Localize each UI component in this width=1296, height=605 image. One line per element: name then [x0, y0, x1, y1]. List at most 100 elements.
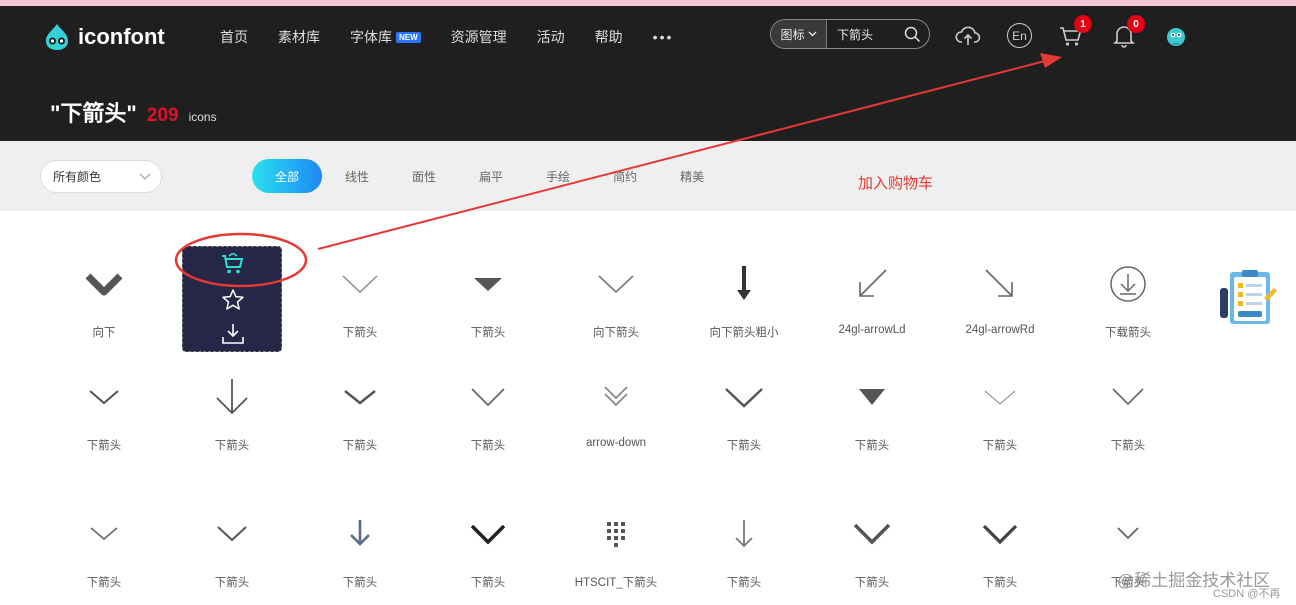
arrow-down-right-icon: [985, 269, 1013, 297]
tab-hand-drawn[interactable]: 手绘: [546, 159, 570, 193]
hovered-icon-card[interactable]: [182, 246, 282, 352]
arrow-down-left-icon: [859, 269, 887, 297]
cart-icon: [222, 253, 244, 274]
icon-name: arrow-down: [585, 437, 647, 449]
icon-card[interactable]: 下箭头: [40, 504, 168, 605]
icon-card[interactable]: 下箭头: [680, 367, 808, 487]
tab-simple[interactable]: 简约: [613, 159, 637, 193]
icon-card[interactable]: HTSCIT_下箭头: [552, 504, 680, 605]
icon-card[interactable]: 向下箭头: [552, 230, 680, 350]
nav-resource-management[interactable]: 资源管理: [451, 27, 507, 47]
user-avatar-icon[interactable]: [1163, 23, 1189, 49]
icon-name: 向下: [92, 327, 116, 339]
chevron-down-bold-icon: [982, 524, 1018, 545]
icon-card[interactable]: 向下: [40, 230, 168, 350]
icon-card[interactable]: 下箭头: [40, 367, 168, 487]
nav-help[interactable]: 帮助: [595, 27, 623, 47]
icon-name: 下箭头: [1110, 440, 1146, 452]
chevron-down-icon: [1112, 388, 1144, 406]
tab-all[interactable]: 全部: [252, 159, 322, 193]
chevron-down-bold-icon: [85, 273, 123, 296]
csdn-watermark: CSDN @不再: [1213, 588, 1281, 600]
arrow-down-icon: [350, 520, 370, 546]
icon-card[interactable]: 下箭头: [1064, 367, 1192, 487]
chevron-down-thin-icon: [342, 275, 378, 293]
icon-card[interactable]: 下箭头: [424, 367, 552, 487]
tab-fine[interactable]: 精美: [680, 159, 704, 193]
result-count: 209: [146, 105, 179, 126]
icon-card[interactable]: 下载箭头: [1064, 230, 1192, 350]
icon-card[interactable]: 下箭头: [936, 504, 1064, 605]
icon-card[interactable]: 下箭头: [808, 367, 936, 487]
download-icon: [222, 324, 244, 344]
download-circle-icon: [1110, 266, 1146, 302]
iconfont-search-page: iconfont 首页 素材库 字体库 NEW 资源管理 活动 帮助 ••• 图…: [0, 0, 1296, 605]
cart-button[interactable]: 1: [1058, 15, 1092, 49]
chevron-down-thin-icon: [598, 275, 634, 294]
arrow-down-thin-icon: [735, 520, 753, 548]
tab-flat[interactable]: 扁平: [479, 159, 503, 193]
download-button[interactable]: [183, 319, 283, 349]
tab-linear[interactable]: 线性: [345, 159, 369, 193]
icon-name: 下箭头: [342, 440, 378, 452]
chevron-down-icon: [139, 173, 151, 180]
chevron-down-thin-icon: [984, 390, 1016, 405]
nav-activities[interactable]: 活动: [537, 27, 565, 47]
icon-card[interactable]: 下箭头: [168, 367, 296, 487]
icon-card[interactable]: 下箭头: [424, 230, 552, 350]
logo-icon: [46, 24, 68, 50]
search-icon[interactable]: [904, 26, 921, 43]
icon-name: 下箭头: [470, 577, 506, 589]
chevron-down-icon: [808, 31, 816, 37]
language-label: En: [1012, 28, 1027, 43]
icon-name: 下箭头: [214, 440, 250, 452]
icon-name: 向下箭头: [593, 327, 639, 339]
more-menu-button[interactable]: •••: [653, 29, 674, 45]
nav-font-library-label: 字体库: [350, 29, 392, 45]
chevron-down-icon: [90, 527, 118, 541]
icon-card[interactable]: 下箭头: [296, 504, 424, 605]
filter-bar: 所有颜色 全部 线性 面性 扁平 手绘 简约 精美: [0, 141, 1296, 211]
favorite-button[interactable]: [183, 285, 283, 315]
icon-card[interactable]: 下箭头: [680, 504, 808, 605]
chevron-down-bold-icon: [853, 523, 891, 545]
icon-name: 下箭头: [982, 577, 1018, 589]
logo[interactable]: iconfont: [42, 22, 165, 52]
nav-material-library[interactable]: 素材库: [278, 27, 320, 47]
icon-name: HTSCIT_下箭头: [574, 577, 658, 589]
icon-card[interactable]: 向下箭头粗小: [680, 230, 808, 350]
nav-font-library[interactable]: 字体库 NEW: [350, 27, 421, 47]
icon-card[interactable]: 下箭头: [168, 504, 296, 605]
language-switch-button[interactable]: En: [1007, 23, 1032, 48]
add-to-cart-button[interactable]: [183, 249, 283, 279]
icon-card[interactable]: 下箭头: [424, 504, 552, 605]
icon-card[interactable]: 24gl-arrowLd: [808, 230, 936, 350]
icon-name: 下箭头: [342, 327, 378, 339]
tab-filled[interactable]: 面性: [412, 159, 436, 193]
color-filter-select[interactable]: 所有颜色: [40, 160, 162, 193]
icon-card[interactable]: 24gl-arrowRd: [936, 230, 1064, 350]
icon-card[interactable]: 下箭头: [296, 367, 424, 487]
icon-card[interactable]: arrow-down: [552, 367, 680, 487]
icon-card[interactable]: 下箭头: [936, 367, 1064, 487]
search-type-label: 图标: [780, 27, 805, 42]
double-chevron-down-icon: [604, 386, 628, 407]
new-badge: NEW: [396, 31, 421, 43]
search-type-select[interactable]: 图标: [771, 20, 827, 48]
chevron-down-icon: [344, 390, 376, 405]
feedback-promo-image[interactable]: [1218, 268, 1280, 330]
logo-text: iconfont: [78, 24, 165, 49]
cart-count-badge: 1: [1074, 15, 1092, 33]
icon-name: 下载箭头: [1105, 327, 1151, 339]
upload-cloud-icon[interactable]: [955, 23, 981, 49]
icon-card[interactable]: 下箭头: [808, 504, 936, 605]
star-icon: [222, 289, 244, 310]
search-input[interactable]: [827, 27, 897, 41]
triangle-down-icon: [859, 389, 885, 405]
icon-name: 下箭头: [342, 577, 378, 589]
color-filter-value: 所有颜色: [53, 170, 102, 184]
chevron-down-icon: [471, 388, 505, 407]
notification-button[interactable]: 0: [1111, 15, 1145, 49]
icon-card[interactable]: 下箭头: [296, 230, 424, 350]
nav-home[interactable]: 首页: [220, 27, 248, 47]
